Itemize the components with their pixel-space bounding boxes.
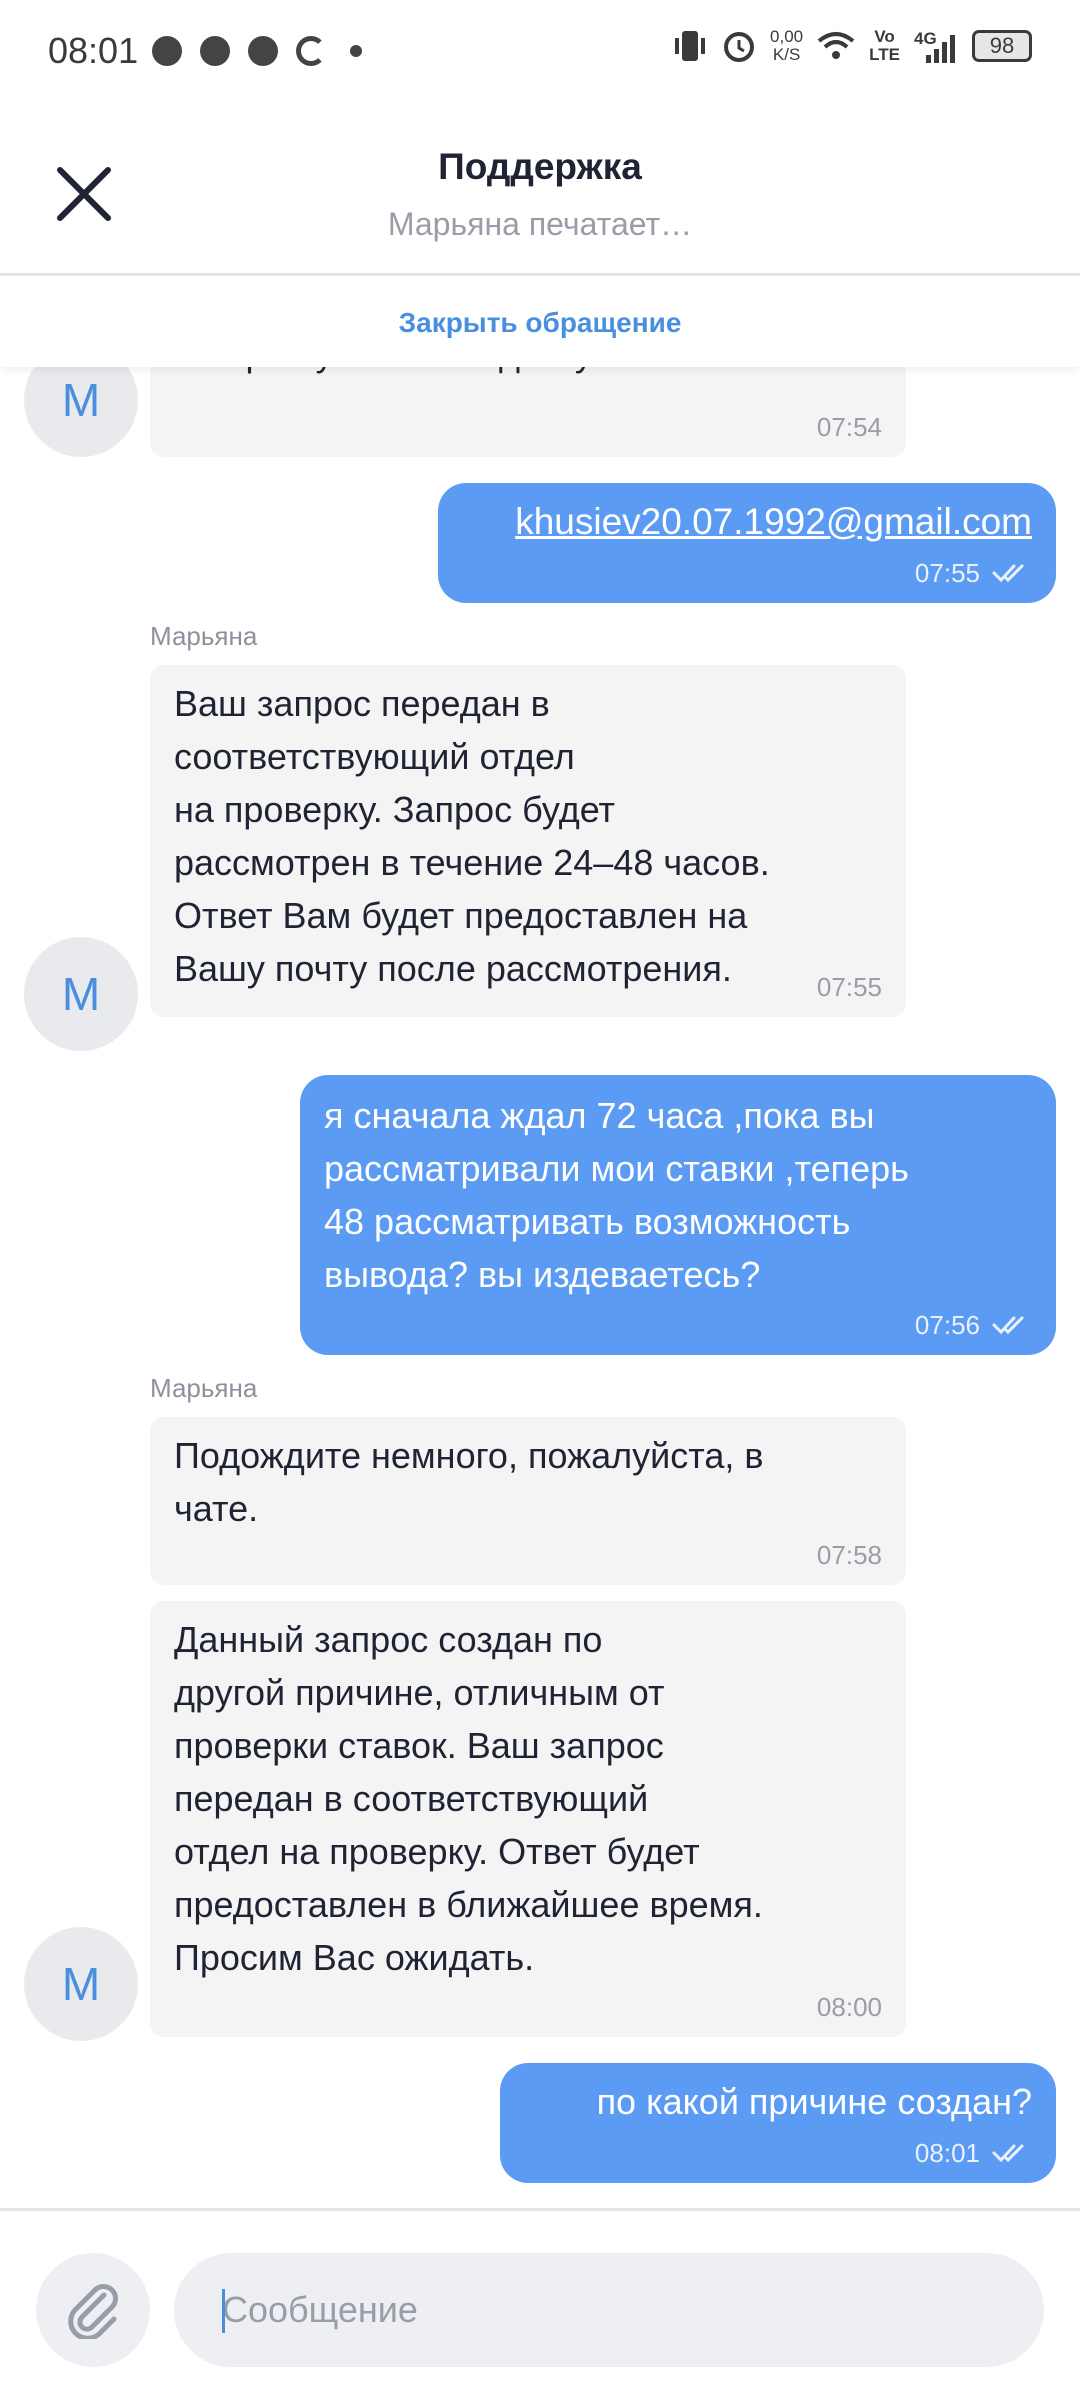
paperclip-icon (68, 2284, 118, 2339)
message-time: 07:55 (816, 972, 882, 1002)
double-check-icon (992, 564, 1024, 583)
double-check-icon (992, 2144, 1024, 2163)
attach-button[interactable] (36, 2253, 150, 2367)
message-time: 07:54 (816, 412, 882, 442)
message-time: 08:01 (914, 2138, 980, 2168)
message-list[interactable]: которой у Вас есть доступ. 07:54 М khusi… (0, 367, 1080, 2207)
wifi-icon (817, 32, 855, 59)
email-link[interactable]: khusiev20.07.1992@gmail.com (515, 495, 1032, 548)
avatar: М (24, 1927, 138, 2041)
message-time: 07:56 (914, 1310, 980, 1340)
incoming-message: которой у Вас есть доступ. 07:54 (150, 367, 906, 457)
signal-bars-icon (926, 35, 955, 63)
alarm-icon (248, 36, 278, 66)
composer (0, 2208, 1080, 2400)
message-text: которой у Вас есть доступ. (174, 367, 622, 380)
close-ticket-link[interactable]: Закрыть обращение (0, 279, 1080, 367)
message-text: Подождите немного, пожалуйста, в чате. (174, 1435, 764, 1529)
message-text: Ваш запрос передан в соответствующий отд… (174, 683, 770, 989)
signal-indicator: 4G (914, 29, 958, 63)
chat-title: Поддержка (438, 146, 642, 187)
message-icon (200, 36, 230, 66)
outgoing-message: khusiev20.07.1992@gmail.com 07:55 (438, 483, 1056, 603)
incoming-message: Подождите немного, пожалуйста, в чате. 0… (150, 1417, 906, 1585)
sender-name: Марьяна (150, 1373, 258, 1403)
message-time: 08:00 (816, 1992, 882, 2022)
outgoing-message: по какой причине создан? 08:01 (500, 2063, 1056, 2183)
close-ticket-bar: Закрыть обращение (0, 279, 1080, 367)
volte-bottom: LTE (869, 45, 900, 64)
status-bar: 08:01 0,00 K/S Vo LTE 4G 98 (0, 0, 1080, 100)
chat-bubble-icon (152, 36, 182, 66)
text-caret (222, 2289, 225, 2333)
notification-icons (152, 36, 362, 66)
system-icons: 0,00 K/S Vo LTE 4G 98 (672, 28, 1032, 64)
outgoing-message: я сначала ждал 72 часа ,пока вы рассматр… (300, 1075, 1056, 1355)
typing-status: Марьяна печатает… (387, 206, 693, 242)
message-time: 07:55 (914, 558, 980, 588)
message-text: я сначала ждал 72 часа ,пока вы рассматр… (324, 1095, 909, 1295)
avatar: М (24, 937, 138, 1051)
volte-top: Vo (874, 27, 895, 46)
message-text: Данный запрос создан по другой причине, … (174, 1619, 763, 1978)
network-speed: 0,00 K/S (770, 28, 803, 64)
sync-icon (296, 36, 326, 66)
double-check-icon (992, 1316, 1024, 1335)
message-text: по какой причине создан? (596, 2081, 1032, 2122)
status-time: 08:01 (48, 30, 139, 71)
alarm-clock-icon (724, 32, 755, 62)
more-notifications-icon (350, 45, 362, 57)
battery-indicator: 98 (972, 30, 1032, 62)
vibrate-icon (675, 31, 706, 61)
avatar: М (24, 367, 138, 457)
network-speed-value: 0,00 (770, 27, 804, 46)
incoming-message: Данный запрос создан по другой причине, … (150, 1601, 906, 2037)
sender-name: Марьяна (150, 621, 258, 651)
message-input[interactable] (174, 2253, 1044, 2367)
volte-indicator: Vo LTE (869, 28, 900, 64)
message-time: 07:58 (816, 1540, 882, 1570)
chat-header: Поддержка Марьяна печатает… (0, 100, 1080, 276)
incoming-message: Ваш запрос передан в соответствующий отд… (150, 665, 906, 1017)
network-speed-unit: K/S (772, 45, 801, 64)
